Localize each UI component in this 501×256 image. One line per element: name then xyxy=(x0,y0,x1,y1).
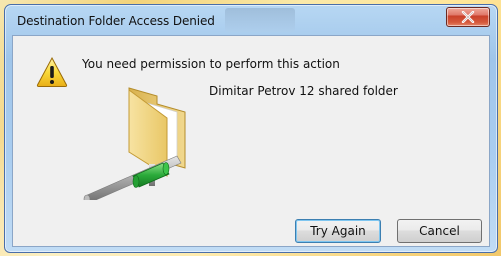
dialog-content: You need permission to perform this acti… xyxy=(12,35,490,247)
warning-icon xyxy=(36,56,68,87)
close-button[interactable] xyxy=(446,7,490,27)
cancel-button[interactable]: Cancel xyxy=(397,219,482,243)
title-bar-glass-reflection xyxy=(225,8,295,32)
close-icon xyxy=(461,11,475,23)
folder-name: Dimitar Petrov 12 shared folder xyxy=(209,84,398,98)
try-again-button[interactable]: Try Again xyxy=(295,219,381,243)
permission-message: You need permission to perform this acti… xyxy=(82,57,340,71)
dialog-window: Destination Folder Access Denied You nee… xyxy=(4,4,498,253)
dialog-title: Destination Folder Access Denied xyxy=(17,14,215,28)
title-bar[interactable]: Destination Folder Access Denied xyxy=(5,5,497,35)
shared-folder-icon xyxy=(83,87,186,200)
